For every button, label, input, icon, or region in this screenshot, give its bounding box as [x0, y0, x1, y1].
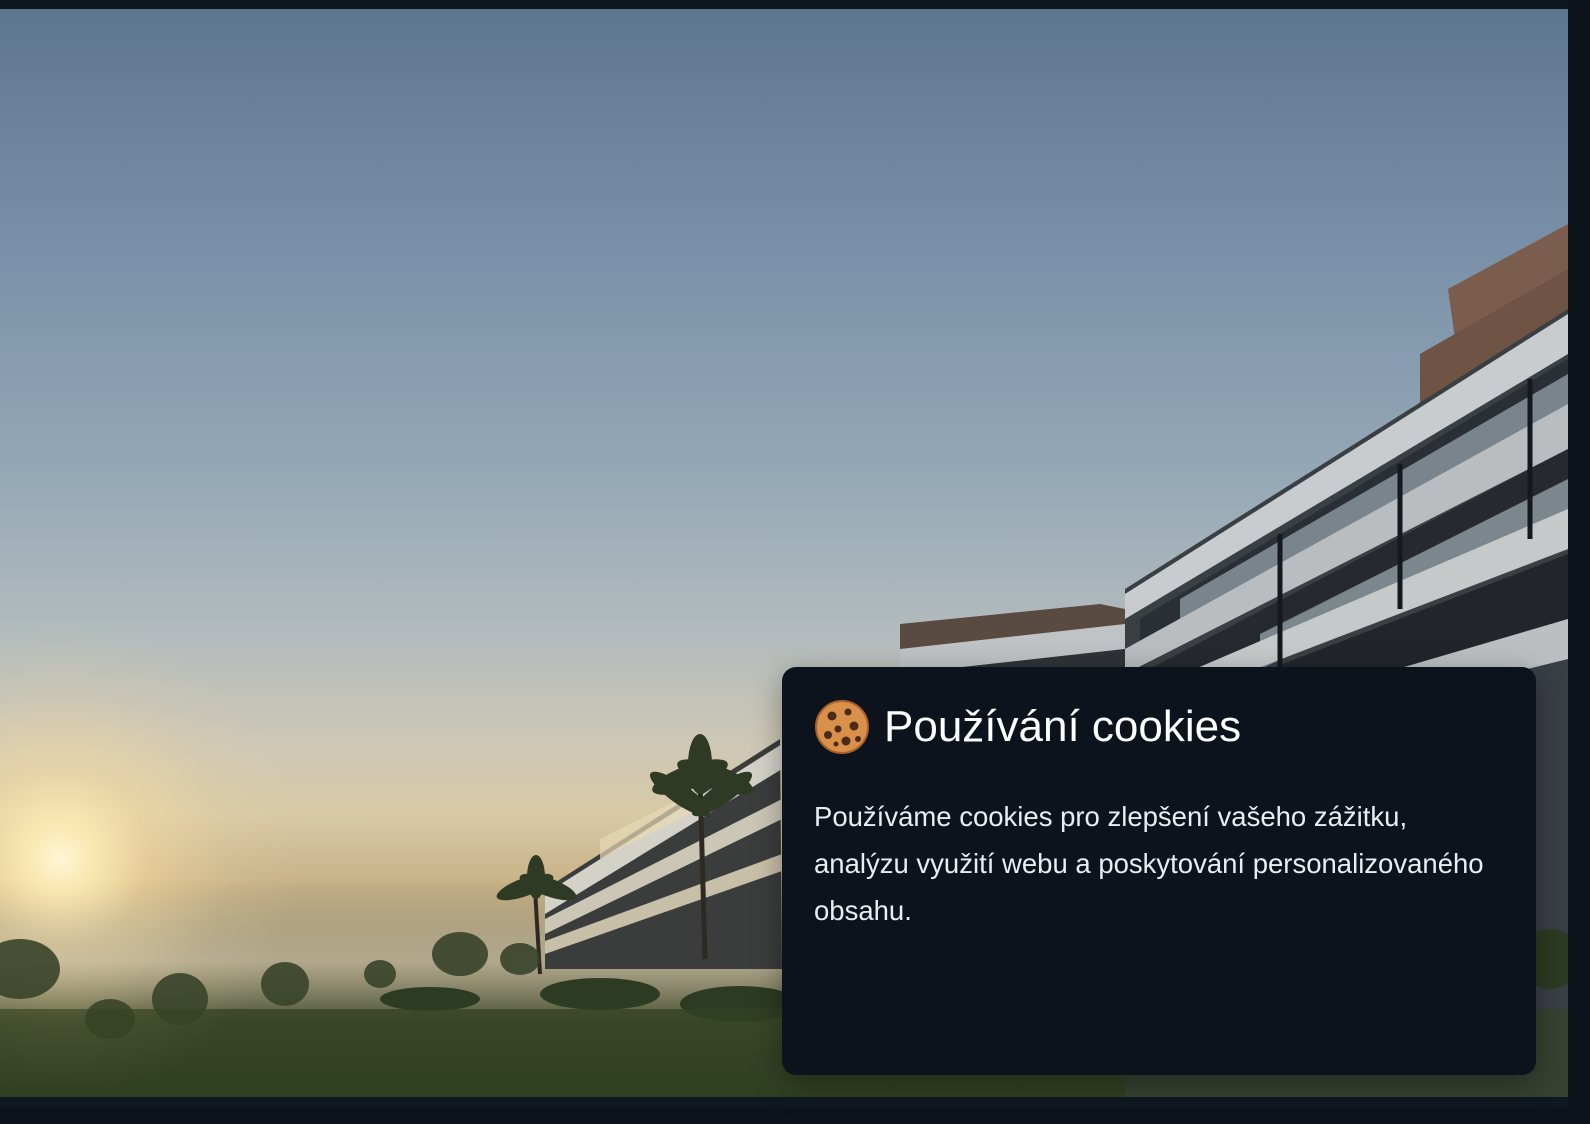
cookie-icon [814, 699, 870, 755]
cookie-consent-panel: Používání cookies Používáme cookies pro … [782, 667, 1536, 1075]
bottom-edge-strip [0, 1097, 1568, 1108]
cookie-panel-title: Používání cookies [814, 697, 1504, 757]
top-edge-strip [0, 0, 1568, 9]
cookie-title-text: Používání cookies [884, 702, 1242, 751]
cookie-message: Používáme cookies pro zlepšení vašeho zá… [814, 801, 1484, 926]
